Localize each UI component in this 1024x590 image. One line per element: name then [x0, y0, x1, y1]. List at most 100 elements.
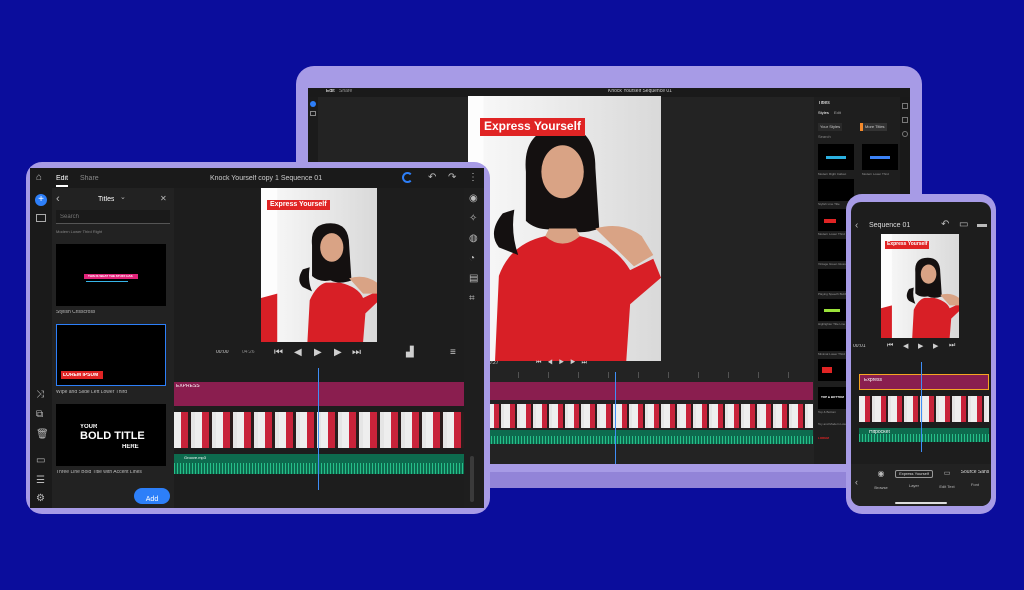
laptop-rail-icon[interactable]	[902, 103, 908, 109]
laptop-your-styles-button[interactable]: Your Styles	[818, 123, 843, 131]
transitions-icon[interactable]: ⤨	[36, 390, 44, 400]
play-icon[interactable]: ▶	[314, 347, 322, 358]
phone-skip-start-icon[interactable]: ⏮	[887, 342, 893, 350]
phone-tool-edit-text[interactable]: ▭ Edit Text	[935, 470, 959, 496]
phone-step-forward-icon[interactable]: ▶	[933, 342, 938, 350]
tablet-tab-share[interactable]: Share	[80, 175, 99, 182]
laptop-panel-search[interactable]: Search	[818, 135, 831, 139]
phone-step-back-icon[interactable]: ◀	[903, 342, 908, 350]
laptop-tab-panel-edit[interactable]: Edit	[834, 111, 841, 115]
laptop-more-titles-button[interactable]: More Titles	[860, 123, 887, 131]
chevron-down-icon[interactable]: ⌄	[120, 194, 126, 201]
tablet-audio-track[interactable]: Groove.mp3	[174, 454, 464, 474]
laptop-thumb-text: TOP & BOTTOM	[821, 396, 844, 399]
close-icon[interactable]: ✕	[160, 195, 167, 203]
tablet-video-track[interactable]	[174, 412, 464, 448]
color-icon[interactable]: ◉	[469, 194, 478, 204]
copy-icon[interactable]: ⧉	[36, 410, 43, 420]
text-icon[interactable]: ▤	[469, 274, 478, 284]
phone-tool-font[interactable]: Source Sans Font	[959, 470, 991, 496]
tablet-title-clip[interactable]: EXPRESS	[174, 382, 464, 406]
delete-icon[interactable]: 🗑	[36, 430, 49, 440]
phone-woman-photo	[881, 234, 959, 338]
laptop-thumb-2[interactable]	[862, 144, 898, 170]
media-icon[interactable]	[36, 214, 46, 222]
laptop-thumb-1[interactable]	[818, 144, 854, 170]
tablet-timecode-total: 04:26	[242, 350, 255, 355]
captions-icon[interactable]: ▭	[36, 456, 45, 466]
laptop-tab-share[interactable]: Share	[339, 89, 352, 94]
laptop-thumb-3[interactable]	[818, 179, 854, 201]
title-label-three-line-bold: Three Line Bold Title with Accent Lines	[56, 470, 142, 475]
phone-tool-layer[interactable]: Express Yourself Layer	[895, 470, 933, 496]
laptop-rail-icon[interactable]	[902, 117, 908, 123]
adjust-icon[interactable]: ◍	[469, 234, 478, 244]
phone-undo-icon[interactable]: ↶	[941, 220, 949, 230]
add-icon[interactable]: +	[35, 194, 47, 206]
laptop-playhead[interactable]	[615, 372, 616, 464]
tablet-timecode-current: 00:00	[216, 350, 229, 355]
laptop-thumb-text: LOREM	[818, 437, 829, 440]
add-button[interactable]: Add	[134, 488, 170, 504]
laptop-tab-styles[interactable]: Styles	[818, 111, 829, 115]
phone-video-track[interactable]	[859, 396, 989, 422]
laptop-video-preview: Express Yourself	[468, 96, 661, 361]
list-icon[interactable]: ☰	[36, 476, 45, 486]
tablet-playhead[interactable]	[318, 368, 319, 490]
settings-icon[interactable]: ⚙	[36, 494, 45, 504]
phone-clip-label: Express	[864, 378, 883, 383]
phone-title-overlay[interactable]: Express Yourself	[885, 241, 930, 249]
laptop-tab-edit[interactable]: Edit	[326, 89, 335, 94]
title-thumb-wipe-slide[interactable]: LOREM IPSUM	[56, 324, 166, 386]
effects-icon[interactable]: ✧	[469, 214, 477, 224]
phone-export-icon[interactable]: ▭	[959, 220, 968, 230]
tablet-tab-edit[interactable]: Edit	[56, 175, 68, 182]
more-icon[interactable]: ⋮	[468, 173, 478, 183]
laptop-title-clip[interactable]	[488, 382, 813, 400]
tablet-clip-label: EXPRESS	[176, 384, 200, 389]
phone-back-icon[interactable]: ‹	[855, 221, 858, 231]
back-icon[interactable]: ‹	[56, 194, 60, 205]
phone-collapse-icon[interactable]: ‹	[855, 478, 858, 487]
skip-start-icon[interactable]: ⏮	[274, 347, 283, 358]
redo-icon[interactable]: ↷	[448, 173, 456, 183]
step-forward-icon[interactable]: ▶	[334, 347, 342, 358]
title-thumb-three-line-bold[interactable]: YOUR BOLD TITLE HERE	[56, 404, 166, 466]
phone-home-indicator	[895, 502, 947, 504]
tablet-title-overlay[interactable]: Express Yourself	[267, 200, 330, 211]
phone-chat-icon[interactable]: ▬	[977, 220, 987, 230]
tablet-scrollbar[interactable]	[470, 456, 474, 502]
phone-skip-end-icon[interactable]: ⏭	[949, 342, 955, 350]
step-back-icon[interactable]: ◀	[294, 347, 302, 358]
menu-icon[interactable]: ≡	[450, 347, 456, 358]
laptop-media-icon[interactable]	[310, 111, 316, 116]
undo-icon[interactable]: ↶	[428, 173, 436, 183]
laptop-audio-track[interactable]	[488, 430, 813, 444]
phone-play-icon[interactable]: ▶	[918, 342, 923, 350]
phone-title-clip[interactable]: Express	[859, 374, 989, 390]
laptop-rail-icon[interactable]	[902, 131, 908, 137]
title-thumb-stylish-crisscross[interactable]: THIS IS WHAT THE STUFF HAS	[56, 244, 166, 306]
tablet-panel-title: Titles	[98, 196, 115, 203]
tablet-titles-panel: ‹ Titles ⌄ ✕ Search Modern Lower Third R…	[52, 188, 174, 508]
home-icon[interactable]: ⌂	[36, 173, 42, 183]
tablet-partial-item: Modern Lower Third Right	[56, 230, 103, 234]
crop-icon[interactable]: ⌗	[469, 294, 475, 304]
phone-tool-label: Font	[970, 483, 979, 487]
laptop-video-track[interactable]	[488, 404, 813, 428]
phone-playhead[interactable]	[921, 362, 922, 452]
laptop-title-overlay[interactable]: Express Yourself	[480, 118, 585, 136]
skip-end-icon[interactable]: ⏭	[352, 347, 361, 358]
volume-icon[interactable]: ▟	[406, 347, 414, 358]
laptop-add-icon[interactable]	[310, 101, 316, 107]
speed-icon[interactable]: ◔	[469, 254, 475, 264]
phone-audio-track[interactable]: Hitpocket	[859, 428, 989, 442]
search-placeholder: Search	[60, 214, 80, 220]
phone-tool-browse[interactable]: ◉ Browse	[867, 470, 895, 496]
tablet-search-input[interactable]: Search	[56, 210, 170, 224]
laptop-transport-controls[interactable]: ⏮◀▶▶⏭	[536, 360, 593, 367]
phone-tool-label: Browse	[874, 486, 888, 490]
phone-video-preview: Express Yourself	[881, 234, 959, 338]
laptop-item-label: Modern Lower Third	[862, 173, 889, 176]
laptop-item-label: Modern Right Callout	[818, 173, 847, 176]
